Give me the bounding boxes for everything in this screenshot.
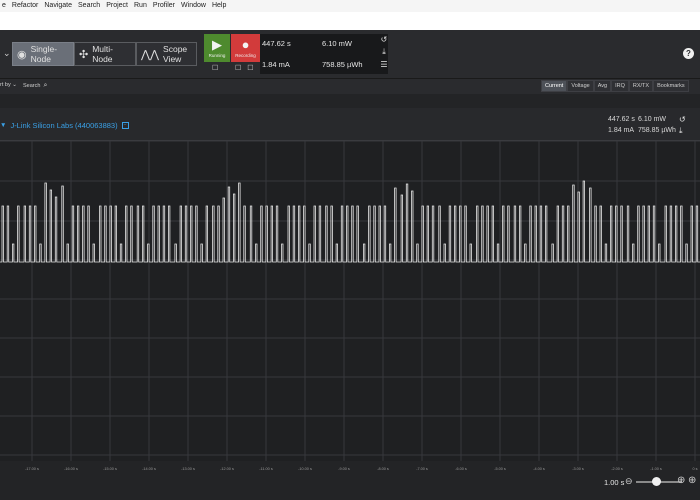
tick-label: -2.00 s bbox=[611, 467, 623, 471]
zoom-value: 1.00 s bbox=[604, 478, 625, 487]
single-node-icon: ◉ bbox=[17, 48, 27, 61]
channel-current: 1.84 mA bbox=[608, 127, 635, 134]
tick-label: -8.00 s bbox=[377, 467, 389, 471]
sort-label: rt by bbox=[0, 82, 11, 88]
tick-label: -15.00 s bbox=[103, 467, 117, 471]
multi-node-button[interactable]: ✣ Multi-Node bbox=[74, 42, 136, 66]
chevron-down-icon: ⌄ bbox=[12, 82, 17, 88]
title-strip bbox=[0, 12, 700, 30]
run-button[interactable]: ▶ Running bbox=[204, 34, 230, 62]
help-icon[interactable]: ? bbox=[683, 48, 694, 59]
run-label: Running bbox=[208, 53, 226, 58]
menu-item-window[interactable]: Window bbox=[181, 0, 206, 12]
tick-label: -6.00 s bbox=[455, 467, 467, 471]
tick-label: -4.00 s bbox=[533, 467, 545, 471]
tick-label: -14.00 s bbox=[142, 467, 156, 471]
stat-energy: 758.85 µWh bbox=[322, 60, 363, 69]
menu-item-project[interactable]: Project bbox=[106, 0, 128, 12]
collapse-triangle-icon[interactable]: ▼ bbox=[0, 122, 6, 129]
record-label: Recording bbox=[235, 53, 256, 58]
reset-icon[interactable]: ↺ bbox=[679, 115, 686, 124]
scope-view-label: Scope View bbox=[163, 44, 188, 64]
tab-bookmarks[interactable]: Bookmarks bbox=[653, 80, 689, 92]
run-options: ☐ bbox=[212, 64, 218, 74]
zoom-fit-icon[interactable]: ⊕ bbox=[688, 475, 696, 486]
tick-label: 0 s bbox=[692, 467, 698, 471]
scope-view-button[interactable]: ⋀⋀ Scope View bbox=[136, 42, 197, 66]
current-plot[interactable] bbox=[0, 141, 700, 461]
export-icon[interactable]: ☐ bbox=[212, 64, 218, 74]
tab-current[interactable]: Current bbox=[541, 80, 568, 92]
stat-time: 447.62 s bbox=[262, 39, 291, 48]
single-node-button[interactable]: ◉ Single-Node bbox=[12, 42, 74, 66]
tick-label: -10.00 s bbox=[298, 467, 312, 471]
record-button[interactable]: ● Recording bbox=[231, 34, 260, 62]
menu-item-profiler[interactable]: Profiler bbox=[153, 0, 175, 12]
channel-power: 6.10 mW bbox=[638, 116, 667, 123]
search-field[interactable]: Search ⌕ bbox=[23, 82, 47, 90]
scope-view-icon: ⋀⋀ bbox=[141, 48, 160, 61]
menu-item-e[interactable]: e bbox=[2, 0, 6, 12]
search-label: Search bbox=[23, 83, 41, 89]
tab-avg[interactable]: Avg bbox=[593, 80, 612, 92]
menu-bar: e Refactor Navigate Search Project Run Profile… bbox=[0, 0, 700, 12]
channel-time: 447.62 s bbox=[608, 116, 635, 123]
tick-label: -13.00 s bbox=[181, 467, 195, 471]
record-options: ☐ ☐ bbox=[235, 64, 254, 74]
tick-label: -17.00 s bbox=[25, 467, 39, 471]
download-icon[interactable]: ⤓ bbox=[382, 47, 386, 57]
record-settings-icon[interactable]: ☐ bbox=[247, 64, 253, 74]
search-icon: ⌕ bbox=[43, 82, 48, 89]
multi-node-label: Multi-Node bbox=[92, 44, 113, 64]
channel-actions: ↺ ⤓ bbox=[679, 115, 686, 136]
download-icon[interactable]: ⤓ bbox=[679, 126, 686, 136]
tick-label: -3.00 s bbox=[572, 467, 584, 471]
tab-rxtx[interactable]: RX/TX bbox=[628, 80, 654, 92]
menu-item-navigate[interactable]: Navigate bbox=[44, 0, 72, 12]
list-icon[interactable]: ☰ bbox=[380, 60, 387, 69]
tick-label: -7.00 s bbox=[416, 467, 428, 471]
stat-power: 6.10 mW bbox=[322, 39, 353, 48]
menu-item-help[interactable]: Help bbox=[212, 0, 226, 12]
channel-name: J-Link Silicon Labs (440063883) bbox=[10, 121, 118, 130]
channel-title[interactable]: ▼ J-Link Silicon Labs (440063883) − bbox=[0, 121, 129, 130]
tab-voltage[interactable]: Voltage bbox=[567, 80, 594, 92]
play-icon: ▶ bbox=[212, 37, 222, 52]
record-export-icon[interactable]: ☐ bbox=[235, 64, 241, 74]
divider bbox=[0, 94, 700, 108]
reset-icon[interactable]: ↺ bbox=[381, 35, 388, 44]
tick-label: -11.00 s bbox=[259, 467, 273, 471]
tick-label: -5.00 s bbox=[494, 467, 506, 471]
mode-selector: ◉ Single-Node ✣ Multi-Node ⋀⋀ Scope View bbox=[12, 42, 197, 66]
zoom-slider-handle[interactable] bbox=[652, 477, 661, 486]
tick-label: -16.00 s bbox=[64, 467, 78, 471]
single-node-label: Single-Node bbox=[30, 44, 58, 64]
stats-panel: 447.62 s 6.10 mW 1.84 mA 758.85 µWh bbox=[260, 34, 388, 74]
zoom-in-icon[interactable]: ⊕ bbox=[677, 475, 685, 486]
tick-label: -9.00 s bbox=[338, 467, 350, 471]
sort-dropdown[interactable]: rt by ⌄ bbox=[0, 82, 17, 88]
menu-item-refactor[interactable]: Refactor bbox=[12, 0, 38, 12]
tab-irq[interactable]: IRQ bbox=[611, 80, 629, 92]
zoom-out-icon[interactable]: ⊖ bbox=[625, 476, 633, 487]
menu-item-search[interactable]: Search bbox=[78, 0, 100, 12]
stats-actions: ↺ ⤓ ☰ bbox=[378, 34, 390, 74]
minus-icon[interactable]: − bbox=[121, 122, 129, 129]
tick-label: -1.00 s bbox=[650, 467, 662, 471]
menu-item-run[interactable]: Run bbox=[134, 0, 147, 12]
record-icon: ● bbox=[241, 37, 250, 52]
channel-energy: 758.85 µWh bbox=[638, 127, 676, 134]
multi-node-icon: ✣ bbox=[79, 48, 89, 61]
view-tabs: Current Voltage Avg IRQ RX/TX Bookmarks bbox=[541, 80, 689, 92]
tick-label: -12.00 s bbox=[220, 467, 234, 471]
stat-current: 1.84 mA bbox=[262, 60, 290, 69]
